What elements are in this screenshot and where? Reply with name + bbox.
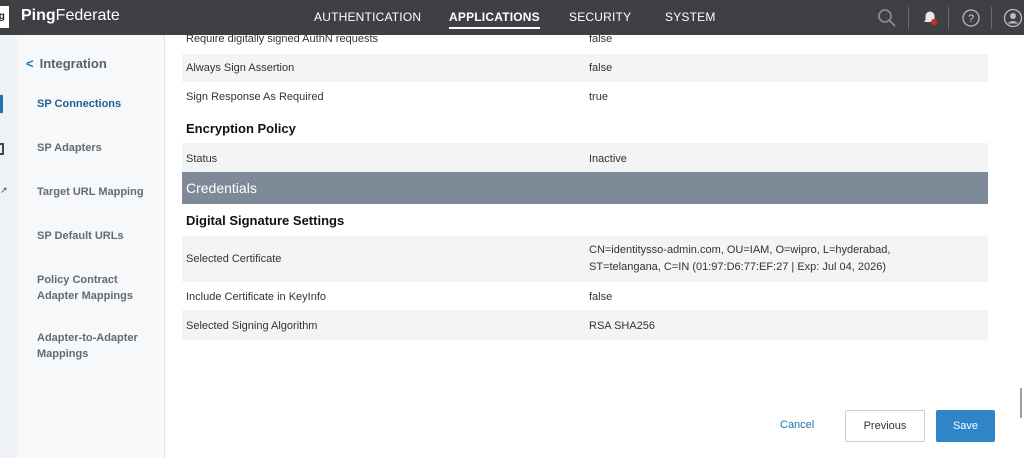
notification-bell-icon[interactable] [920,8,940,28]
save-button[interactable]: Save [936,410,995,442]
row-value: Inactive [589,153,627,165]
row-label: Require digitally signed AuthN requests [186,33,379,45]
summary-row: Status Inactive [182,143,988,173]
row-value: true [589,91,608,103]
previous-button[interactable]: Previous [845,410,925,442]
sidebar-item-policy-contract-adapter-mappings[interactable]: Policy Contract Adapter Mappings [37,272,147,304]
ping-logo: ig [0,6,9,28]
sidebar-item-sp-adapters[interactable]: SP Adapters [37,140,157,156]
rail-arrow-icon[interactable]: ↗ [0,185,8,196]
left-icon-rail: ↗ [0,35,17,458]
summary-row: Selected Certificate CN=identitysso-admi… [182,236,988,282]
scrollbar[interactable] [1020,388,1022,418]
header-divider [908,7,909,29]
row-value: false [589,291,613,303]
row-label: Status [186,153,218,165]
encryption-policy-heading: Encryption Policy [186,121,296,136]
row-value: false [589,33,613,45]
header-divider [991,7,992,29]
nav-security[interactable]: SECURITY [569,10,631,24]
row-label: Selected Signing Algorithm [186,320,318,332]
rail-active-indicator [0,95,3,113]
row-value: CN=identitysso-admin.com, OU=IAM, O=wipr… [589,242,890,276]
integration-sidebar: < Integration SP Connections SP Adapters … [17,35,165,458]
summary-row: Require digitally signed AuthN requests … [182,33,988,53]
nav-system[interactable]: SYSTEM [665,10,716,24]
user-icon[interactable] [1003,8,1023,28]
sidebar-item-sp-connections[interactable]: SP Connections [37,96,157,112]
row-label: Sign Response As Required [186,91,324,103]
row-value: false [589,62,613,74]
rail-document-icon[interactable] [0,143,4,155]
header-divider [948,7,949,29]
certificate-value-line: CN=identitysso-admin.com, OU=IAM, O=wipr… [589,244,891,256]
summary-panel: Require digitally signed AuthN requests … [166,33,1024,458]
summary-row: Sign Response As Required true [182,82,988,110]
sidebar-item-adapter-to-adapter-mappings[interactable]: Adapter-to-Adapter Mappings [37,330,147,362]
product-name[interactable]: PingFederate [21,7,120,25]
credentials-section-header: Credentials [182,172,988,204]
summary-row: Include Certificate in KeyInfo false [182,282,988,310]
integration-back-link[interactable]: < Integration [26,56,107,71]
help-icon[interactable]: ? [961,8,981,28]
row-label: Always Sign Assertion [186,62,295,74]
row-value: RSA SHA256 [589,320,656,332]
top-navigation-bar: ig PingFederate AUTHENTICATION APPLICATI… [0,0,1024,35]
sidebar-item-sp-default-urls[interactable]: SP Default URLs [37,228,157,244]
chevron-left-icon: < [26,56,34,71]
cancel-button[interactable]: Cancel [780,419,814,431]
summary-row: Always Sign Assertion false [182,54,988,82]
svg-text:?: ? [968,13,974,25]
row-label: Include Certificate in KeyInfo [186,291,327,303]
digital-signature-settings-heading: Digital Signature Settings [186,213,345,228]
certificate-value-line: ST=telangana, C=IN (01:97:D6:77:EF:27 | … [589,261,886,273]
summary-row: Selected Signing Algorithm RSA SHA256 [182,310,988,340]
sidebar-item-target-url-mapping[interactable]: Target URL Mapping [37,184,157,200]
nav-applications[interactable]: APPLICATIONS [449,10,540,29]
search-icon[interactable] [877,8,897,28]
row-label: Selected Certificate [186,253,282,265]
nav-authentication[interactable]: AUTHENTICATION [314,10,421,24]
